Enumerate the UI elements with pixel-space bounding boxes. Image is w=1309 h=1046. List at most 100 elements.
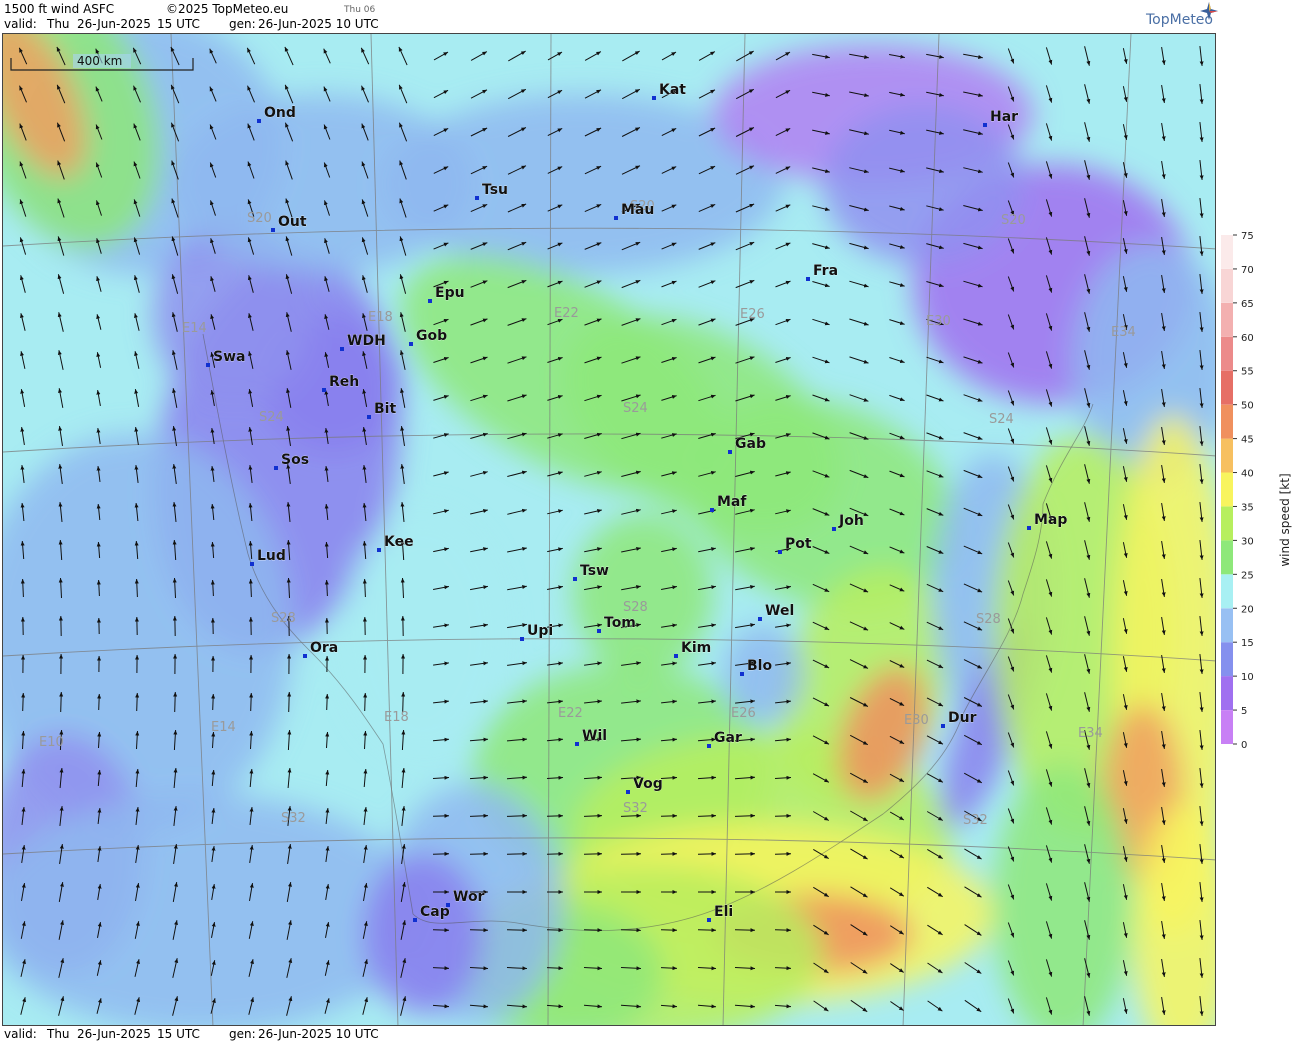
legend: 051015202530354045505560657075wind speed… (1217, 30, 1309, 1042)
city-label: Eli (714, 904, 733, 920)
legend-colorbar: 051015202530354045505560657075wind speed… (1217, 30, 1309, 1042)
city-dot (597, 629, 601, 633)
city-dot (614, 216, 618, 220)
city-dot (652, 96, 656, 100)
city-dot (707, 744, 711, 748)
city-dot (428, 299, 432, 303)
city-label: Mau (621, 202, 654, 218)
city-marker-mau[interactable]: Mau (614, 202, 654, 220)
city-dot (941, 724, 945, 728)
legend-swatch (1221, 371, 1233, 405)
city-dot (257, 119, 261, 123)
city-dot (573, 577, 577, 581)
compass-star-icon (1200, 2, 1218, 20)
legend-tick-label: 50 (1241, 401, 1254, 412)
city-label: Ond (264, 105, 296, 121)
gen-label: gen: (229, 17, 256, 31)
city-dot (728, 450, 732, 454)
grid-coordinate-label: S28 (271, 611, 296, 626)
wind-map[interactable]: S20S20S20E14E18E22E26E30E34S24S24S24S28S… (2, 33, 1216, 1026)
wind-arrow (365, 693, 366, 711)
grid-coordinate-label: E34 (1111, 325, 1136, 340)
legend-tick-label: 45 (1241, 435, 1254, 446)
city-dot (250, 562, 254, 566)
city-label: Kee (384, 534, 414, 550)
legend-swatch (1221, 676, 1233, 710)
city-label: Blo (747, 658, 772, 674)
city-dot (1027, 526, 1031, 530)
grid-coordinate-label: E14 (211, 720, 236, 735)
grid-coordinate-label: E26 (731, 706, 756, 721)
city-dot (409, 342, 413, 346)
city-label: Epu (435, 285, 465, 301)
city-dot (274, 466, 278, 470)
legend-tick-label: 0 (1241, 740, 1247, 751)
city-label: Fra (813, 263, 838, 279)
city-label: Wil (582, 728, 607, 744)
city-dot (983, 123, 987, 127)
city-label: Vog (633, 776, 663, 792)
grid-coordinate-label: E30 (904, 713, 929, 728)
wind-arrow (99, 694, 100, 710)
valid-label: valid: (4, 17, 37, 31)
city-label: Pot (785, 536, 812, 552)
wind-arrow (137, 693, 138, 711)
city-marker-wdh[interactable]: WDH (340, 333, 386, 351)
city-label: Upi (527, 623, 553, 639)
wind-arrow (775, 816, 791, 817)
city-label: Tsw (580, 563, 609, 579)
wind-arrow (547, 816, 563, 817)
wind-arrow (23, 693, 24, 711)
legend-swatch (1221, 473, 1233, 507)
legend-swatch (1221, 710, 1233, 744)
city-label: Har (990, 109, 1018, 125)
city-label: Swa (213, 349, 245, 365)
city-label: Kim (681, 640, 711, 656)
legend-tick-label: 20 (1241, 604, 1254, 615)
scale-bar-label: 400 km (77, 54, 122, 68)
wind-arrow (251, 693, 252, 711)
legend-tick-label: 65 (1241, 299, 1254, 310)
gen-value: 26-Jun-2025 10 UTC (258, 17, 379, 31)
grid-coordinate-label: E22 (554, 306, 579, 321)
city-label: Ora (310, 640, 338, 656)
legend-swatch (1221, 235, 1233, 269)
valid-date: 26-Jun-2025 (77, 17, 151, 31)
wind-arrow (661, 816, 677, 817)
legend-tick-label: 40 (1241, 469, 1254, 480)
legend-swatch (1221, 507, 1233, 541)
city-dot (377, 548, 381, 552)
city-dot (778, 550, 782, 554)
city-marker-map[interactable]: Map (1027, 512, 1067, 530)
wind-arrow (327, 694, 328, 710)
city-label: Reh (329, 374, 359, 390)
grid-coordinate-label: S24 (259, 410, 284, 425)
wind-arrow (621, 930, 641, 931)
city-dot (367, 415, 371, 419)
legend-tick-label: 60 (1241, 333, 1254, 344)
legend-tick-label: 30 (1241, 536, 1254, 547)
legend-swatch (1221, 303, 1233, 337)
legend-tick-label: 75 (1241, 231, 1254, 242)
legend-swatch (1221, 439, 1233, 473)
city-dot (413, 918, 417, 922)
grid-coordinate-label: S20 (247, 211, 272, 226)
grid-coordinate-label: E30 (926, 314, 951, 329)
city-label: Gar (714, 730, 742, 746)
city-label: WDH (347, 333, 386, 349)
city-dot (303, 654, 307, 658)
city-label: Tom (604, 615, 636, 631)
city-label: Dur (948, 710, 977, 726)
grid-coordinate-label: S24 (989, 412, 1014, 427)
legend-swatch (1221, 642, 1233, 676)
wind-arrow (433, 816, 449, 817)
wind-arrow (735, 930, 755, 931)
legend-swatch (1221, 608, 1233, 642)
footer-valid-label: valid: (4, 1027, 37, 1041)
wind-arrow (403, 692, 404, 712)
city-label: Bit (374, 401, 396, 417)
wind-arrow (289, 692, 290, 712)
city-dot (475, 196, 479, 200)
legend-tick-label: 15 (1241, 638, 1254, 649)
city-dot (626, 790, 630, 794)
